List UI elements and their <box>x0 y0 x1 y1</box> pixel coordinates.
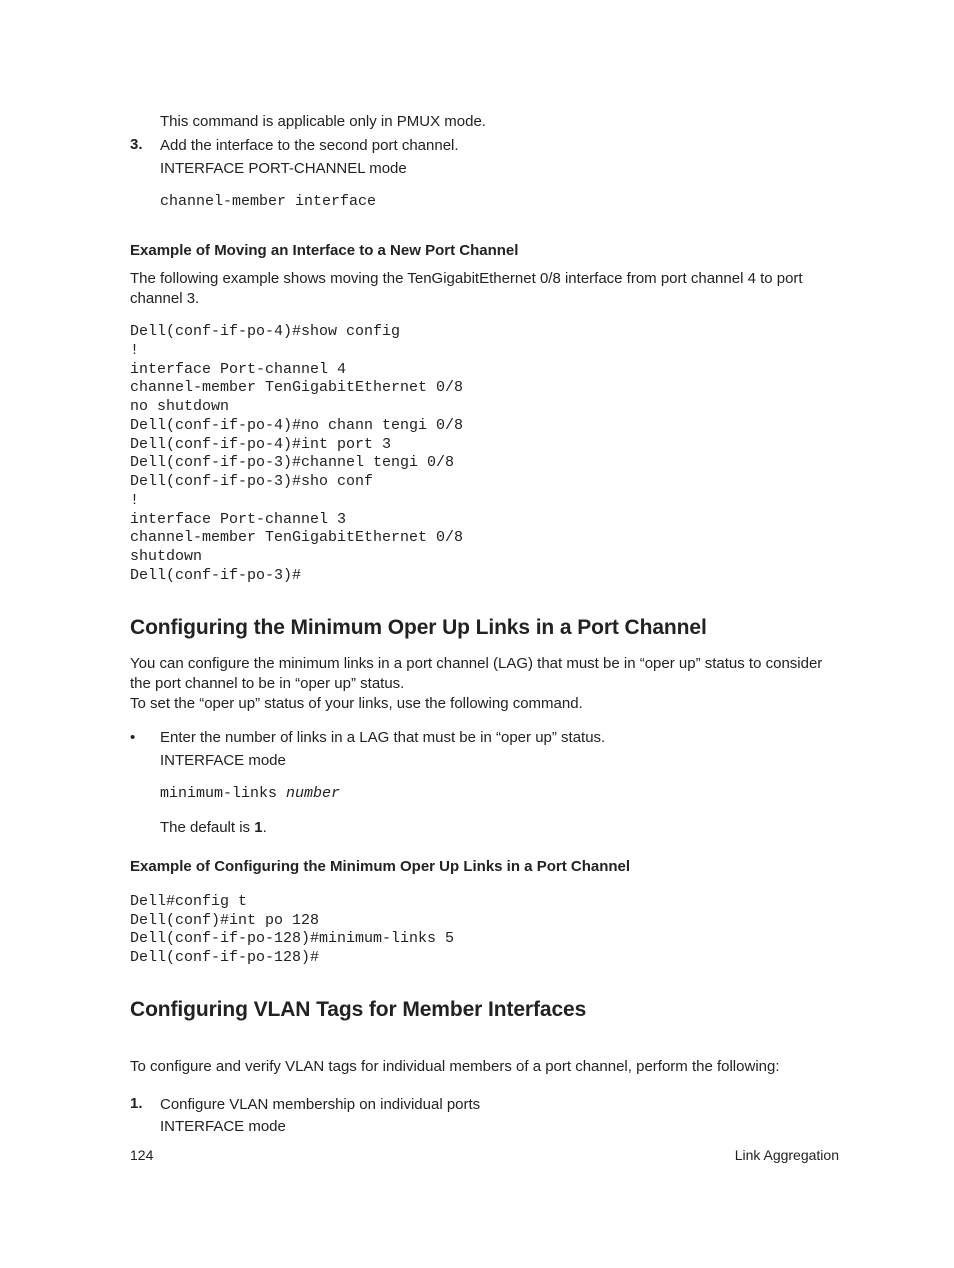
section3-heading: Configuring VLAN Tags for Member Interfa… <box>130 998 839 1022</box>
step-3-number: 3. <box>130 136 160 225</box>
footer-title: Link Aggregation <box>735 1147 839 1163</box>
bullet-dot-icon: • <box>130 728 160 838</box>
example2-heading: Example of Configuring the Minimum Oper … <box>130 858 839 875</box>
section3-step1-text: Configure VLAN membership on individual … <box>160 1095 839 1115</box>
section2-command: minimum-links number <box>160 785 839 804</box>
section3-step1-mode: INTERFACE mode <box>160 1117 839 1137</box>
step-3-mode: INTERFACE PORT-CHANNEL mode <box>160 159 839 179</box>
section3-step1: 1. Configure VLAN membership on individu… <box>130 1095 839 1138</box>
section2-bullet-text: Enter the number of links in a LAG that … <box>160 728 839 748</box>
section3-step1-body: Configure VLAN membership on individual … <box>160 1095 839 1138</box>
step-3-command: channel-member interface <box>160 193 839 212</box>
example1-code: Dell(conf-if-po-4)#show config ! interfa… <box>130 323 839 586</box>
section3-intro: To configure and verify VLAN tags for in… <box>130 1057 839 1077</box>
section2-para1: You can configure the minimum links in a… <box>130 654 839 695</box>
page-footer: 124 Link Aggregation <box>130 1147 839 1163</box>
section3-step1-number: 1. <box>130 1095 160 1138</box>
default-prefix: The default is <box>160 819 254 836</box>
step-3-body: Add the interface to the second port cha… <box>160 136 839 225</box>
page-number: 124 <box>130 1147 153 1163</box>
example1-heading: Example of Moving an Interface to a New … <box>130 242 839 259</box>
pmux-note: This command is applicable only in PMUX … <box>160 112 839 132</box>
step-3: 3. Add the interface to the second port … <box>130 136 839 225</box>
cmd-arg: number <box>286 785 340 802</box>
step-3-text: Add the interface to the second port cha… <box>160 136 839 156</box>
section2-bullet-mode: INTERFACE mode <box>160 751 839 771</box>
cmd-prefix: minimum-links <box>160 785 286 802</box>
default-value: 1 <box>254 819 262 836</box>
section2-default: The default is 1. <box>160 818 839 838</box>
section2-bullet-body: Enter the number of links in a LAG that … <box>160 728 839 838</box>
section2-bullet: • Enter the number of links in a LAG tha… <box>130 728 839 838</box>
example2-code: Dell#config t Dell(conf)#int po 128 Dell… <box>130 893 839 968</box>
default-suffix: . <box>263 819 267 836</box>
example1-intro: The following example shows moving the T… <box>130 269 839 310</box>
section2-heading: Configuring the Minimum Oper Up Links in… <box>130 616 839 640</box>
section2-para2: To set the “oper up” status of your link… <box>130 694 839 714</box>
